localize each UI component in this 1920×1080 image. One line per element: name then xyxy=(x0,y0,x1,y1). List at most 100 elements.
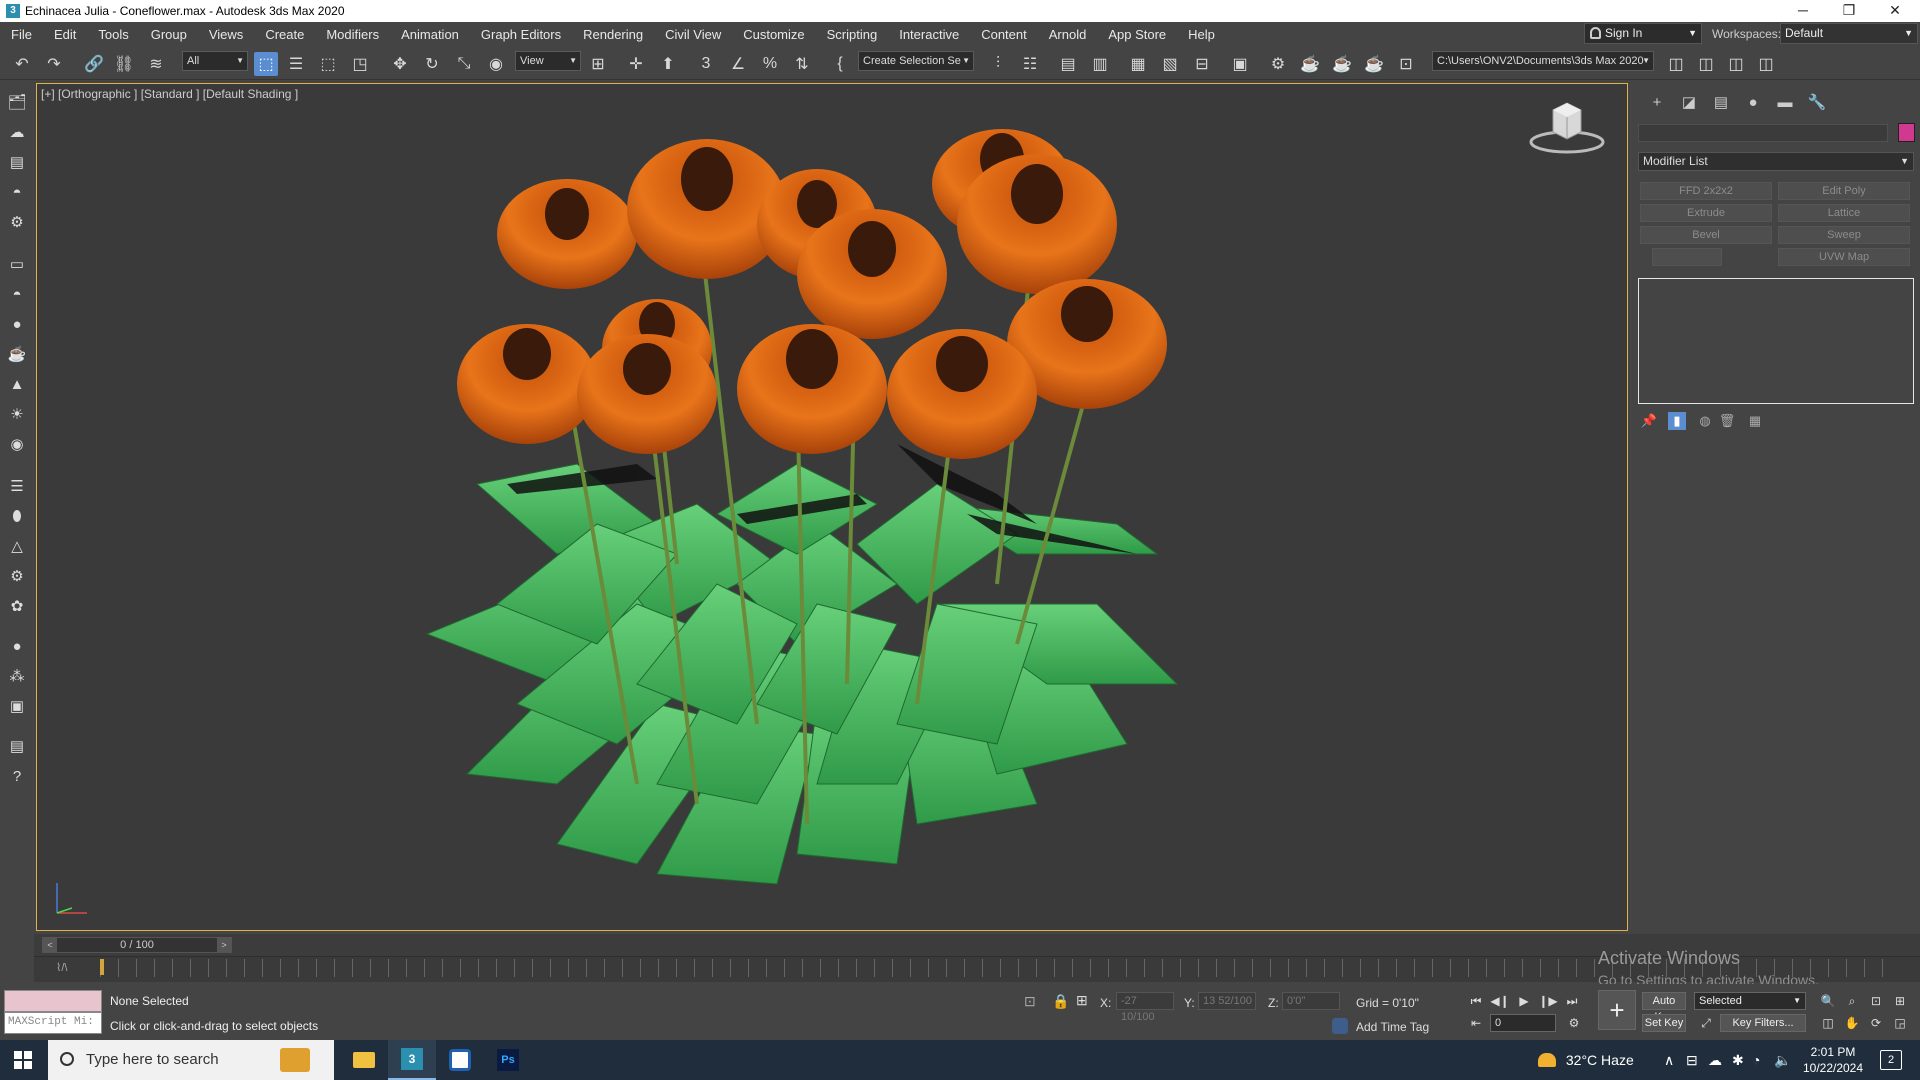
layer-icon[interactable]: ▤ xyxy=(5,734,29,758)
default-tangent-icon[interactable]: ⤢ xyxy=(1696,1014,1716,1032)
material-sphere-icon[interactable]: ● xyxy=(5,634,29,658)
maxscript-listener-mini[interactable] xyxy=(4,990,102,1012)
maximize-viewport-icon[interactable]: ◲ xyxy=(1890,1014,1910,1032)
key-filters-button[interactable]: Key Filters... xyxy=(1720,1014,1806,1032)
set-key-button[interactable]: Set Key xyxy=(1642,1014,1686,1032)
time-tag-icon[interactable] xyxy=(1332,1018,1348,1034)
window-crossing-icon[interactable]: ◳ xyxy=(348,52,372,76)
next-frame-icon[interactable]: ❙▶ xyxy=(1538,992,1558,1010)
sun-light-icon[interactable]: ☀ xyxy=(5,402,29,426)
menu-interactive[interactable]: Interactive xyxy=(888,27,970,42)
zoom-extents-icon[interactable]: ⊡ xyxy=(1866,992,1886,1010)
menu-app-store[interactable]: App Store xyxy=(1097,27,1177,42)
menu-scripting[interactable]: Scripting xyxy=(816,27,889,42)
asset-tracking-icon[interactable]: ◫ xyxy=(1724,52,1748,76)
create-cameras-icon[interactable]: ◓ xyxy=(5,180,29,204)
pin-stack-icon[interactable]: 📌 xyxy=(1640,412,1658,430)
menu-tools[interactable]: Tools xyxy=(87,27,139,42)
weather-widget[interactable]: 32°C Haze xyxy=(1538,1040,1634,1080)
volume-icon[interactable]: 🔈 xyxy=(1774,1052,1791,1069)
reference-coordinate-select[interactable]: View ▼ xyxy=(515,51,581,71)
taskbar-sketchup[interactable] xyxy=(436,1040,484,1080)
edit-named-selection-icon[interactable]: { xyxy=(828,52,852,76)
bluetooth-icon[interactable]: ✱ xyxy=(1732,1052,1744,1069)
render-iterative-icon[interactable]: ☕ xyxy=(1330,52,1354,76)
create-tab-icon[interactable]: + xyxy=(1646,92,1668,112)
menu-group[interactable]: Group xyxy=(140,27,198,42)
undo-icon[interactable]: ↶ xyxy=(10,52,34,76)
taskbar-3ds-max[interactable]: 3 xyxy=(388,1040,436,1080)
time-slider[interactable]: < 0 / 100 > xyxy=(42,937,232,953)
maximize-button[interactable]: ❐ xyxy=(1826,0,1872,22)
curve-editor-toggle-icon[interactable]: ⌇/\ xyxy=(56,961,67,974)
menu-customize[interactable]: Customize xyxy=(732,27,815,42)
scale-icon[interactable]: ⤡ xyxy=(452,52,476,76)
orbit-icon[interactable]: ⟳ xyxy=(1866,1014,1886,1032)
z-coordinate-field[interactable]: 0'0" xyxy=(1282,992,1340,1010)
bind-space-warp-icon[interactable]: ≋ xyxy=(144,52,168,76)
create-helpers-icon[interactable]: ⚙ xyxy=(5,210,29,234)
link-icon[interactable]: 🔗 xyxy=(82,52,106,76)
start-button[interactable] xyxy=(0,1040,46,1080)
zoom-extents-all-icon[interactable]: ⊞ xyxy=(1890,992,1910,1010)
output-path-icon[interactable]: ◫ xyxy=(1754,52,1778,76)
keyboard-shortcut-override-icon[interactable]: ⬆ xyxy=(656,52,680,76)
modifier-extrude-button[interactable]: Extrude xyxy=(1640,204,1772,222)
menu-edit[interactable]: Edit xyxy=(43,27,87,42)
pan-icon[interactable]: ✋ xyxy=(1842,1014,1862,1032)
workspace-select[interactable]: Default ▼ xyxy=(1780,23,1918,44)
modifier-sweep-button[interactable]: Sweep xyxy=(1778,226,1910,244)
create-lights-icon[interactable]: ▤ xyxy=(5,150,29,174)
menu-graph-editors[interactable]: Graph Editors xyxy=(470,27,572,42)
key-mode-toggle-icon[interactable]: ⇤ xyxy=(1466,1014,1486,1032)
selection-filter-select[interactable]: All ▼ xyxy=(182,51,248,71)
key-mode-select[interactable]: Selected ▼ xyxy=(1694,992,1806,1010)
chevron-right-icon[interactable]: > xyxy=(217,938,231,952)
taskbar-photoshop[interactable]: Ps xyxy=(484,1040,532,1080)
sphere-icon[interactable]: ● xyxy=(5,312,29,336)
modify-tab-icon[interactable]: ◪ xyxy=(1678,92,1700,112)
go-to-end-icon[interactable]: ⏭ xyxy=(1562,992,1582,1010)
x-coordinate-field[interactable]: -27 10/100 xyxy=(1116,992,1174,1023)
create-geometry-icon[interactable]: 🗂 xyxy=(5,90,29,114)
hemisphere-icon[interactable]: ◓ xyxy=(5,282,29,306)
absolute-mode-icon[interactable]: ⊞ xyxy=(1076,992,1088,1009)
object-name-field[interactable] xyxy=(1638,124,1888,142)
layer-explorer-icon[interactable]: ▤ xyxy=(1056,52,1080,76)
add-time-tag[interactable]: Add Time Tag xyxy=(1356,1020,1429,1034)
menu-file[interactable]: File xyxy=(0,27,43,42)
snaps-toggle-icon[interactable]: 3 xyxy=(694,52,718,76)
modifier-uvw-map-button[interactable]: UVW Map xyxy=(1778,248,1910,266)
object-color-swatch[interactable] xyxy=(1898,123,1915,142)
modifier-stack[interactable] xyxy=(1638,278,1914,404)
utilities-tab-icon[interactable]: 🔧 xyxy=(1806,92,1828,112)
set-keys-icon[interactable]: + xyxy=(1598,990,1636,1030)
align-icon[interactable]: ☷ xyxy=(1018,52,1042,76)
go-to-start-icon[interactable]: ⏮ xyxy=(1466,992,1486,1010)
material-editor-icon[interactable]: ⊟ xyxy=(1190,52,1214,76)
named-selection-set-select[interactable]: Create Selection Se ▼ xyxy=(858,51,974,71)
y-coordinate-field[interactable]: 13 52/100 xyxy=(1198,992,1256,1010)
rendered-frame-window-icon[interactable]: ⚙ xyxy=(1266,52,1290,76)
previous-frame-icon[interactable]: ◀❙ xyxy=(1490,992,1510,1010)
percent-snap-icon[interactable]: % xyxy=(758,52,782,76)
modifier-lattice-button[interactable]: Lattice xyxy=(1778,204,1910,222)
make-unique-icon[interactable]: ◍ xyxy=(1696,412,1714,430)
configure-modifier-sets-icon[interactable]: ▦ xyxy=(1746,412,1764,430)
redo-icon[interactable]: ↷ xyxy=(42,52,66,76)
modifier-empty-button[interactable] xyxy=(1652,248,1722,266)
menu-animation[interactable]: Animation xyxy=(390,27,470,42)
modifier-bevel-button[interactable]: Bevel xyxy=(1640,226,1772,244)
sign-in-dropdown[interactable]: Sign In ▼ xyxy=(1584,23,1702,44)
torus-icon[interactable]: ◉ xyxy=(5,432,29,456)
menu-arnold[interactable]: Arnold xyxy=(1038,27,1098,42)
close-button[interactable]: ✕ xyxy=(1872,0,1918,22)
tray-app-icon[interactable]: ⊟ xyxy=(1686,1052,1698,1069)
select-object-icon[interactable]: ⬚ xyxy=(254,52,278,76)
place-icon[interactable]: ◉ xyxy=(484,52,508,76)
select-manipulate-icon[interactable]: ✛ xyxy=(624,52,648,76)
spinner-snap-icon[interactable]: ⇅ xyxy=(790,52,814,76)
clock[interactable]: 2:01 PM 10/22/2024 xyxy=(1798,1044,1868,1076)
teapot-icon[interactable]: ☕ xyxy=(5,342,29,366)
menu-rendering[interactable]: Rendering xyxy=(572,27,654,42)
